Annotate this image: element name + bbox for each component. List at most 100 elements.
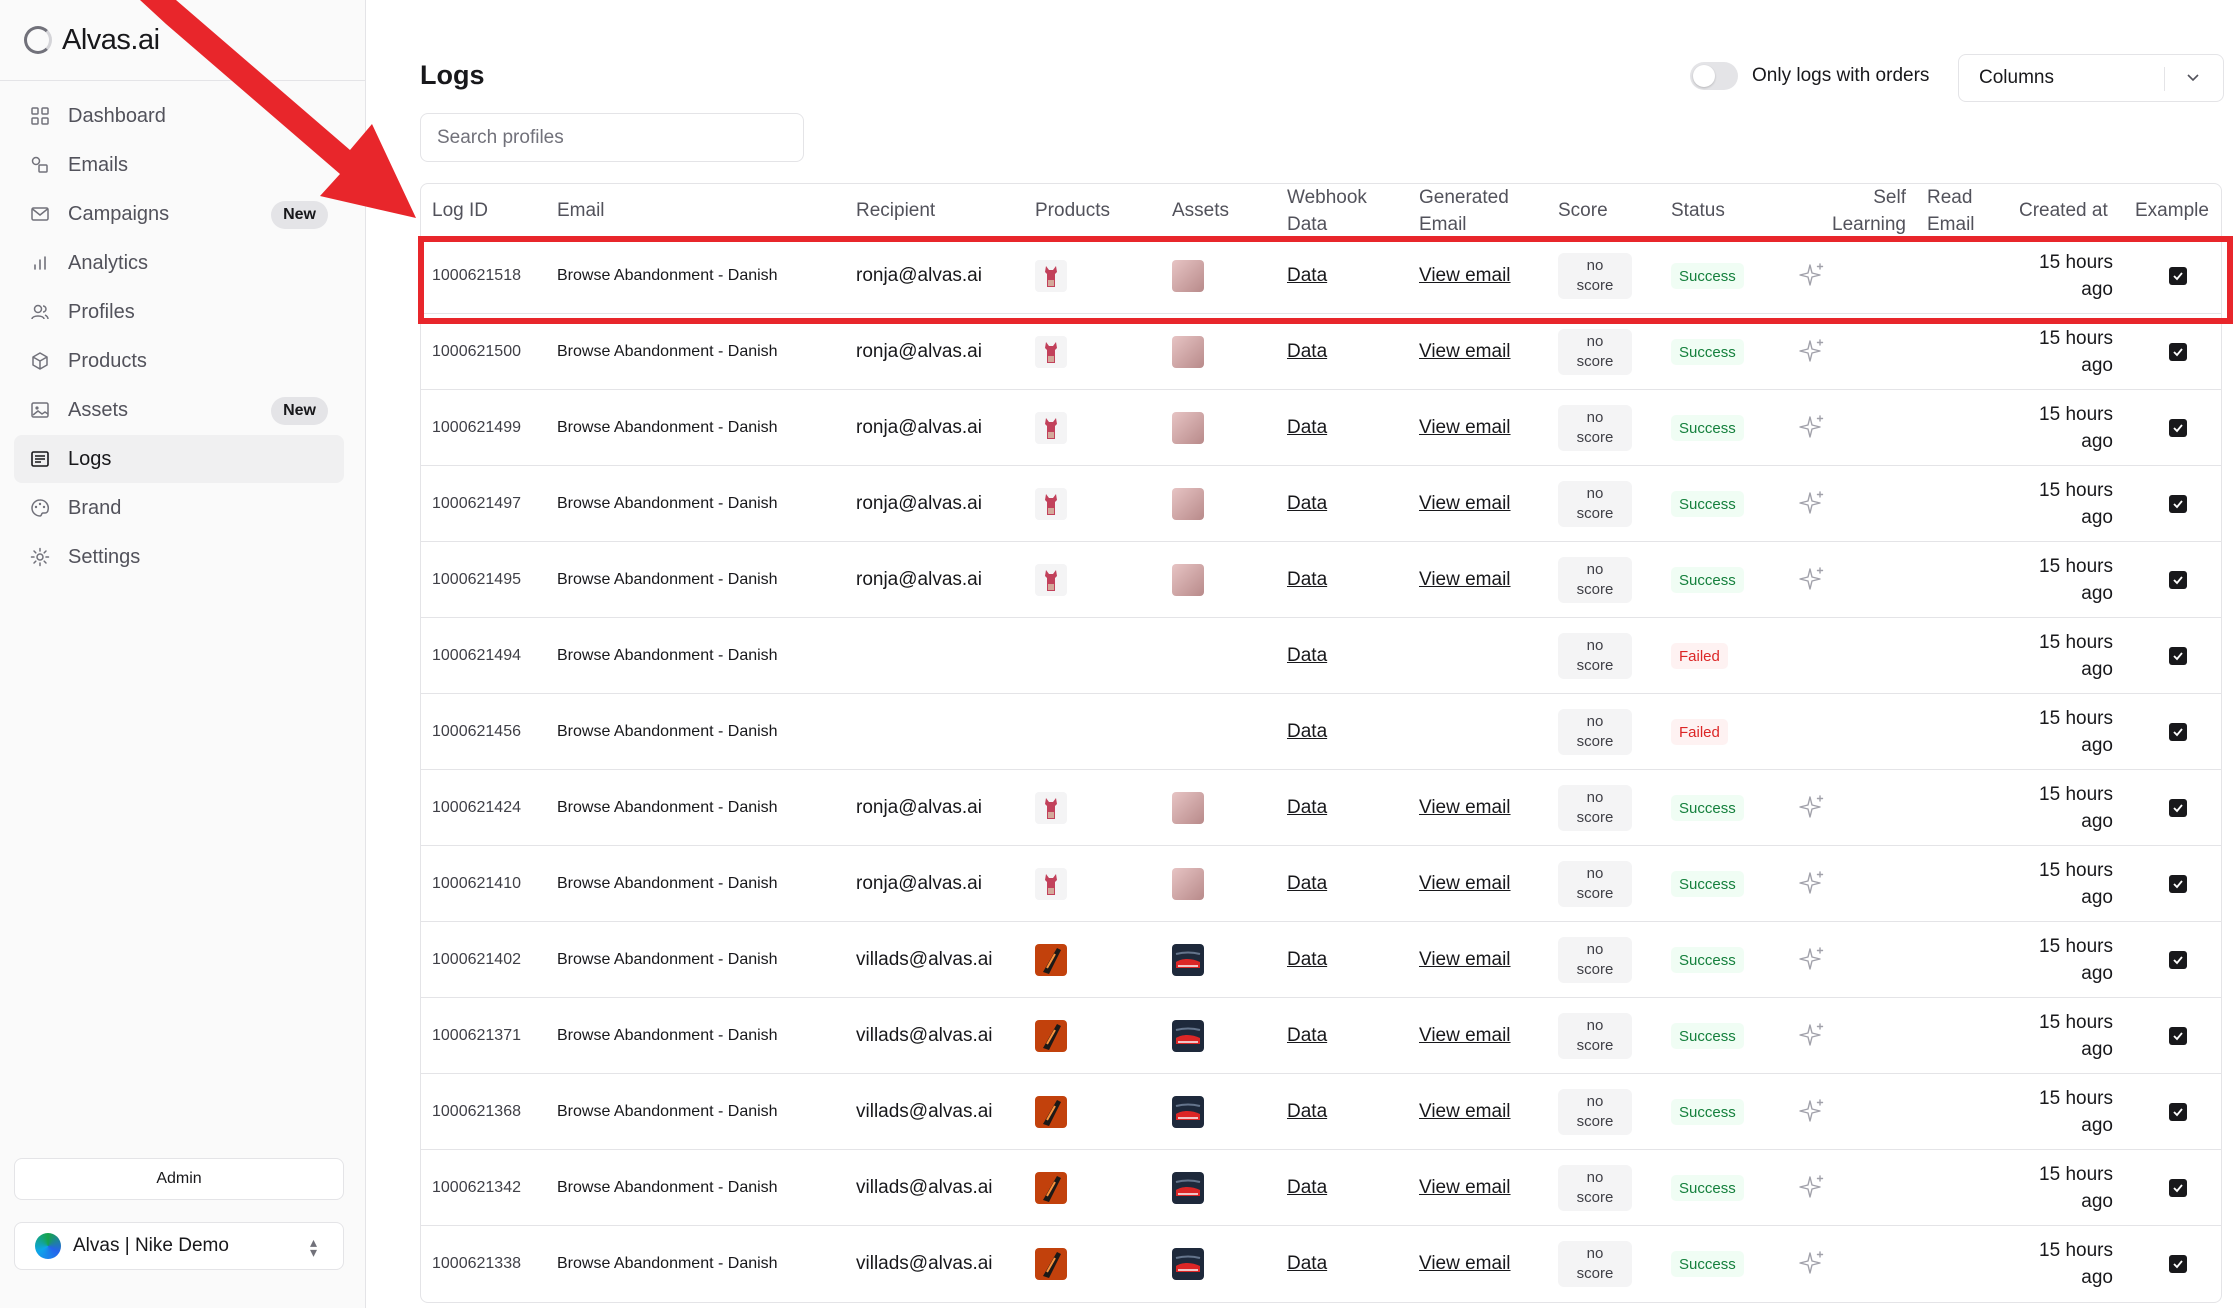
columns-select[interactable]: Columns [1958,54,2224,102]
admin-button[interactable]: Admin [14,1158,344,1200]
product-thumbnail[interactable] [1035,336,1067,368]
sparkle-icon[interactable] [1797,1097,1827,1127]
view-email-link[interactable]: View email [1419,998,1511,1074]
header-log-id[interactable]: Log ID [432,197,488,224]
sparkle-icon[interactable] [1797,869,1827,899]
table-row[interactable]: 1000621495 Browse Abandonment - Danish ron… [421,542,2221,618]
table-row[interactable]: 1000621371 Browse Abandonment - Danish vil… [421,998,2221,1074]
sparkle-icon[interactable] [1797,1173,1827,1203]
asset-thumbnail[interactable] [1172,1248,1204,1280]
view-email-link[interactable]: View email [1419,846,1511,922]
view-email-link[interactable]: View email [1419,770,1511,846]
webhook-data-link[interactable]: Data [1287,1150,1327,1226]
view-email-link[interactable]: View email [1419,1074,1511,1150]
example-checkbox[interactable] [2169,951,2187,969]
webhook-data-link[interactable]: Data [1287,466,1327,542]
sidebar-item-settings[interactable]: Settings [14,533,344,581]
webhook-data-link[interactable]: Data [1287,694,1327,770]
asset-thumbnail[interactable] [1172,1020,1204,1052]
webhook-data-link[interactable]: Data [1287,542,1327,618]
example-checkbox[interactable] [2169,875,2187,893]
view-email-link[interactable]: View email [1419,466,1511,542]
view-email-link[interactable]: View email [1419,390,1511,466]
example-checkbox[interactable] [2169,495,2187,513]
view-email-link[interactable]: View email [1419,238,1511,314]
webhook-data-link[interactable]: Data [1287,998,1327,1074]
asset-thumbnail[interactable] [1172,944,1204,976]
sparkle-icon[interactable] [1797,565,1827,595]
sparkle-icon[interactable] [1797,793,1827,823]
view-email-link[interactable]: View email [1419,922,1511,998]
header-score[interactable]: Score [1558,197,1608,224]
product-thumbnail[interactable] [1035,944,1067,976]
example-checkbox[interactable] [2169,419,2187,437]
product-thumbnail[interactable] [1035,564,1067,596]
table-row[interactable]: 1000621500 Browse Abandonment - Danish ron… [421,314,2221,390]
webhook-data-link[interactable]: Data [1287,1074,1327,1150]
header-products[interactable]: Products [1035,197,1110,224]
table-row[interactable]: 1000621368 Browse Abandonment - Danish vil… [421,1074,2221,1150]
example-checkbox[interactable] [2169,1027,2187,1045]
sidebar-item-profiles[interactable]: Profiles [14,288,344,336]
product-thumbnail[interactable] [1035,1020,1067,1052]
asset-thumbnail[interactable] [1172,336,1204,368]
asset-thumbnail[interactable] [1172,412,1204,444]
product-thumbnail[interactable] [1035,868,1067,900]
header-self-learning[interactable]: Self Learning [1826,184,1906,236]
product-thumbnail[interactable] [1035,1248,1067,1280]
view-email-link[interactable]: View email [1419,1150,1511,1226]
sparkle-icon[interactable] [1797,945,1827,975]
product-thumbnail[interactable] [1035,412,1067,444]
header-created-at[interactable]: Created at [2019,197,2108,224]
sidebar-item-products[interactable]: Products [14,337,344,385]
header-webhook-data[interactable]: Webhook Data [1287,184,1367,236]
table-row[interactable]: 1000621518 Browse Abandonment - Danish ron… [421,238,2221,314]
table-row[interactable]: 1000621494 Browse Abandonment - Danish Dat… [421,618,2221,694]
asset-thumbnail[interactable] [1172,1172,1204,1204]
example-checkbox[interactable] [2169,647,2187,665]
search-input[interactable] [420,113,804,162]
view-email-link[interactable]: View email [1419,542,1511,618]
product-thumbnail[interactable] [1035,1172,1067,1204]
header-generated-email[interactable]: Generated Email [1419,184,1509,236]
view-email-link[interactable]: View email [1419,314,1511,390]
example-checkbox[interactable] [2169,799,2187,817]
webhook-data-link[interactable]: Data [1287,238,1327,314]
sparkle-icon[interactable] [1797,1021,1827,1051]
header-email[interactable]: Email [557,197,605,224]
webhook-data-link[interactable]: Data [1287,922,1327,998]
header-example[interactable]: Example [2135,197,2209,224]
webhook-data-link[interactable]: Data [1287,770,1327,846]
asset-thumbnail[interactable] [1172,564,1204,596]
example-checkbox[interactable] [2169,1255,2187,1273]
asset-thumbnail[interactable] [1172,260,1204,292]
sparkle-icon[interactable] [1797,337,1827,367]
example-checkbox[interactable] [2169,267,2187,285]
asset-thumbnail[interactable] [1172,792,1204,824]
sparkle-icon[interactable] [1797,1249,1827,1279]
view-email-link[interactable]: View email [1419,1226,1511,1302]
example-checkbox[interactable] [2169,571,2187,589]
sparkle-icon[interactable] [1797,261,1827,291]
table-row[interactable]: 1000621499 Browse Abandonment - Danish ron… [421,390,2221,466]
asset-thumbnail[interactable] [1172,1096,1204,1128]
product-thumbnail[interactable] [1035,792,1067,824]
asset-thumbnail[interactable] [1172,488,1204,520]
table-row[interactable]: 1000621402 Browse Abandonment - Danish vil… [421,922,2221,998]
webhook-data-link[interactable]: Data [1287,846,1327,922]
table-row[interactable]: 1000621497 Browse Abandonment - Danish ron… [421,466,2221,542]
header-status[interactable]: Status [1671,197,1725,224]
table-row[interactable]: 1000621410 Browse Abandonment - Danish ron… [421,846,2221,922]
sidebar-item-logs[interactable]: Logs [14,435,344,483]
webhook-data-link[interactable]: Data [1287,314,1327,390]
webhook-data-link[interactable]: Data [1287,618,1327,694]
product-thumbnail[interactable] [1035,1096,1067,1128]
sidebar-item-brand[interactable]: Brand [14,484,344,532]
asset-thumbnail[interactable] [1172,868,1204,900]
table-row[interactable]: 1000621342 Browse Abandonment - Danish vil… [421,1150,2221,1226]
sparkle-icon[interactable] [1797,413,1827,443]
header-recipient[interactable]: Recipient [856,197,935,224]
header-assets[interactable]: Assets [1172,197,1229,224]
example-checkbox[interactable] [2169,343,2187,361]
orders-toggle[interactable] [1690,62,1738,90]
